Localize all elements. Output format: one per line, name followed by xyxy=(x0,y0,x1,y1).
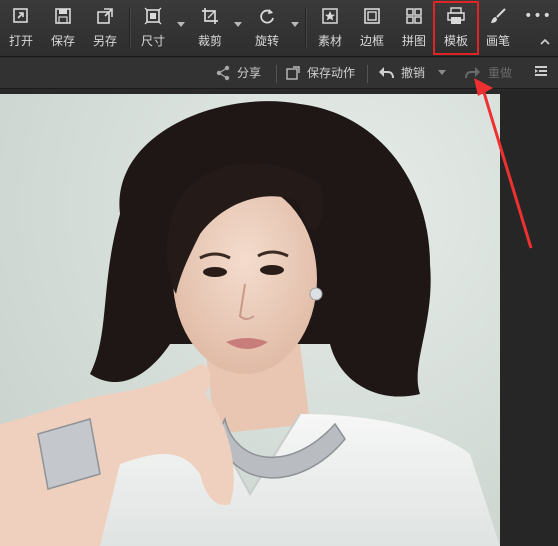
rotate-button[interactable]: 旋转 xyxy=(254,6,280,52)
save-action-icon xyxy=(286,65,300,80)
redo-button[interactable]: 重做 xyxy=(464,64,512,81)
redo-label: 重做 xyxy=(488,66,513,80)
brush-label: 画笔 xyxy=(485,34,510,48)
save-action-label: 保存动作 xyxy=(307,66,356,80)
toolbar-divider xyxy=(129,8,130,48)
canvas-scroll-gutter xyxy=(500,90,558,546)
undo-dropdown-icon[interactable] xyxy=(438,70,446,75)
action-divider xyxy=(367,65,368,83)
size-dropdown-icon[interactable] xyxy=(177,22,185,27)
resize-icon xyxy=(143,6,163,26)
more-actions-button[interactable] xyxy=(533,64,557,80)
crop-button[interactable]: 裁剪 xyxy=(197,6,223,52)
undo-label: 撤销 xyxy=(401,66,426,80)
undo-icon xyxy=(379,66,394,78)
collapse-chevron-icon[interactable] xyxy=(540,32,550,45)
rotate-label: 旋转 xyxy=(254,34,279,48)
material-label: 素材 xyxy=(317,34,342,48)
brush-button[interactable]: 画笔 xyxy=(485,6,511,52)
open-label: 打开 xyxy=(8,34,33,48)
action-divider xyxy=(276,65,277,83)
collage-button[interactable]: 拼图 xyxy=(401,6,427,52)
frame-icon xyxy=(362,6,382,26)
save-as-label: 另存 xyxy=(92,34,117,48)
save-action-button[interactable]: 保存动作 xyxy=(285,64,355,81)
rotate-icon xyxy=(257,6,277,26)
more-icon: ••• xyxy=(524,8,552,24)
grid-icon xyxy=(404,6,424,26)
brush-icon xyxy=(488,6,508,26)
open-icon xyxy=(11,6,31,26)
save-as-button[interactable]: 另存 xyxy=(92,6,118,52)
portrait-photo[interactable] xyxy=(0,94,500,546)
canvas-area[interactable] xyxy=(0,90,558,546)
share-button[interactable]: 分享 xyxy=(215,64,261,81)
share-icon xyxy=(216,65,230,80)
open-button[interactable]: 打开 xyxy=(8,6,34,52)
border-button[interactable]: 边框 xyxy=(359,6,385,52)
template-highlight-box xyxy=(433,1,479,55)
save-label: 保存 xyxy=(50,34,75,48)
crop-dropdown-icon[interactable] xyxy=(234,22,242,27)
size-label: 尺寸 xyxy=(140,34,165,48)
save-button[interactable]: 保存 xyxy=(50,6,76,52)
material-button[interactable]: 素材 xyxy=(317,6,343,52)
undo-button[interactable]: 撤销 xyxy=(377,64,425,81)
save-icon xyxy=(53,6,73,26)
align-icon xyxy=(535,66,547,76)
portrait-illustration xyxy=(0,101,500,546)
rotate-dropdown-icon[interactable] xyxy=(291,22,299,27)
crop-label: 裁剪 xyxy=(197,34,222,48)
redo-icon xyxy=(465,66,480,78)
share-label: 分享 xyxy=(237,66,262,80)
toolbar-divider xyxy=(305,8,306,48)
crop-icon xyxy=(200,6,220,26)
border-label: 边框 xyxy=(359,34,384,48)
collage-label: 拼图 xyxy=(401,34,426,48)
save-as-icon xyxy=(95,6,115,26)
star-icon xyxy=(320,6,340,26)
main-toolbar: 打开 保存 另存 尺寸 裁剪 旋转 素材 边框 拼图 模板 画笔 ••• xyxy=(0,0,558,57)
size-button[interactable]: 尺寸 xyxy=(140,6,166,52)
action-bar: 分享 保存动作 撤销 重做 xyxy=(0,58,558,89)
